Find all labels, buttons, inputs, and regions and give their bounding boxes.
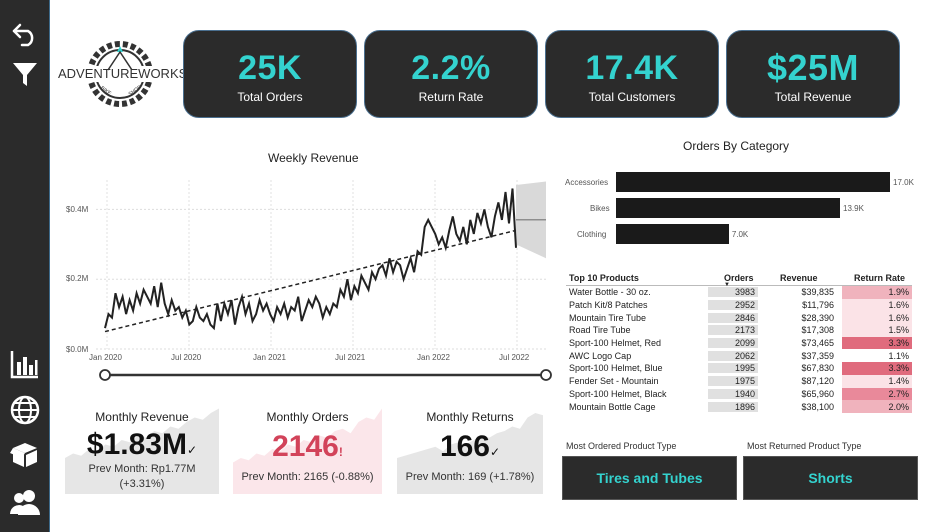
category-label: Accessories <box>565 178 609 187</box>
product-name: Mountain Bottle Cage <box>569 401 656 412</box>
col-header-return-rate[interactable]: Return Rate <box>842 270 912 285</box>
product-name: Sport-100 Helmet, Black <box>569 388 667 399</box>
check-icon: ✓ <box>490 445 501 459</box>
col-header-orders[interactable]: Orders ▼ <box>708 273 758 288</box>
product-name: Patch Kit/8 Patches <box>569 300 648 311</box>
product-revenue: $73,465 <box>801 338 834 349</box>
product-revenue: $39,835 <box>801 287 834 298</box>
product-orders: 2099 <box>708 338 758 349</box>
category-value: 13.9K <box>843 204 864 213</box>
product-name: Water Bottle - 30 oz. <box>569 287 651 298</box>
category-label: Clothing <box>577 230 607 239</box>
product-orders: 2952 <box>708 300 758 311</box>
monthly-revenue-card: Monthly Revenue $1.83M✓ Prev Month: Rp1.… <box>65 404 219 494</box>
product-orders: 1975 <box>708 376 758 387</box>
monthly-orders-value: 2146 <box>272 430 339 463</box>
most-returned-type-card: Shorts <box>743 456 918 500</box>
most-returned-label: Most Returned Product Type <box>747 441 862 451</box>
orders-by-category-title: Orders By Category <box>683 139 790 153</box>
card-title: Monthly Revenue <box>95 410 189 424</box>
product-return-rate: 1.4% <box>842 374 912 388</box>
most-ordered-label: Most Ordered Product Type <box>566 441 677 451</box>
product-orders: 1896 <box>708 401 758 412</box>
table-row[interactable]: Mountain Tire Tube 2846 $28,390 1.6% <box>566 311 912 325</box>
monthly-revenue-value: $1.83M <box>86 428 187 461</box>
table-row[interactable]: Patch Kit/8 Patches 2952 $11,796 1.6% <box>566 298 912 312</box>
product-return-rate: 3.3% <box>842 336 912 350</box>
product-return-rate: 1.1% <box>888 350 909 361</box>
card-value: $1.83M✓ <box>65 428 219 462</box>
category-value: 17.0K <box>893 178 914 187</box>
table-row[interactable]: Sport-100 Helmet, Red 2099 $73,465 3.3% <box>566 336 912 350</box>
card-prev: Prev Month: 169 (+1.78%) <box>405 471 535 483</box>
product-return-rate: 2.0% <box>842 400 912 413</box>
table-row[interactable]: Water Bottle - 30 oz. 3983 $39,835 1.9% <box>566 286 912 299</box>
product-revenue: $65,960 <box>801 388 834 399</box>
table-row[interactable]: Sport-100 Helmet, Blue 1995 $67,830 3.3% <box>566 362 912 375</box>
category-value: 7.0K <box>731 230 749 239</box>
table-header: Top 10 Products Orders ▼ Revenue Return R… <box>566 270 912 288</box>
table-row[interactable]: AWC Logo Cap 2062 $37,359 1.1% <box>566 349 912 362</box>
product-return-rate: 1.6% <box>842 298 912 312</box>
date-slider-end-handle[interactable] <box>540 369 552 381</box>
product-return-rate: 2.7% <box>842 387 912 401</box>
product-revenue: $37,359 <box>801 350 834 361</box>
card-prev-change: (+3.31%) <box>119 478 165 490</box>
card-title: Monthly Returns <box>426 410 514 424</box>
product-orders: 3983 <box>708 287 758 298</box>
product-orders: 2062 <box>708 350 758 361</box>
monthly-returns-card: Monthly Returns 166✓ Prev Month: 169 (+1… <box>397 404 543 494</box>
product-orders: 2173 <box>708 325 758 336</box>
warning-icon: ! <box>338 445 343 459</box>
card-prev: Prev Month: Rp1.77M <box>88 463 196 475</box>
product-name: Mountain Tire Tube <box>569 312 647 323</box>
check-icon: ✓ <box>187 443 198 457</box>
monthly-orders-card: Monthly Orders 2146! Prev Month: 2165 (-… <box>233 404 382 494</box>
trend-line <box>104 229 517 333</box>
product-return-rate: 3.3% <box>842 362 912 375</box>
col-header-revenue[interactable]: Revenue <box>758 273 842 283</box>
card-title: Monthly Orders <box>266 410 349 424</box>
table-row[interactable]: Sport-100 Helmet, Black 1940 $65,960 2.7% <box>566 387 912 401</box>
product-name: Fender Set - Mountain <box>569 376 659 387</box>
table-row[interactable]: Mountain Bottle Cage 1896 $38,100 2.0% <box>566 400 912 413</box>
product-return-rate: 1.9% <box>842 286 912 299</box>
product-return-rate: 1.6% <box>842 311 912 325</box>
category-bar[interactable] <box>616 198 841 218</box>
product-revenue: $11,796 <box>802 300 834 311</box>
most-ordered-type-card: Tires and Tubes <box>562 456 737 500</box>
col-header-product[interactable]: Top 10 Products <box>566 273 708 283</box>
product-revenue: $17,308 <box>801 325 834 336</box>
product-revenue: $28,390 <box>801 312 834 323</box>
top-products-table: Top 10 Products Orders ▼ Revenue Return R… <box>566 270 912 413</box>
card-prev: Prev Month: 2165 (-0.88%) <box>241 471 374 483</box>
category-bar[interactable] <box>616 224 729 244</box>
category-label: Bikes <box>590 204 610 213</box>
table-body: Water Bottle - 30 oz. 3983 $39,835 1.9% Patc… <box>566 286 912 413</box>
product-revenue: $87,120 <box>801 376 834 387</box>
table-row[interactable]: Road Tire Tube 2173 $17,308 1.5% <box>566 324 912 337</box>
revenue-line <box>104 188 517 331</box>
product-name: AWC Logo Cap <box>569 350 632 361</box>
product-orders: 2846 <box>708 312 758 323</box>
table-row[interactable]: Fender Set - Mountain 1975 $87,120 1.4% <box>566 374 912 388</box>
product-revenue: $67,830 <box>801 363 834 374</box>
product-return-rate: 1.5% <box>842 324 912 337</box>
card-value: 2146! <box>233 430 382 464</box>
category-bar[interactable] <box>616 172 890 192</box>
card-value: 166✓ <box>397 430 543 464</box>
product-name: Sport-100 Helmet, Blue <box>569 363 663 374</box>
product-name: Road Tire Tube <box>569 325 631 336</box>
product-name: Sport-100 Helmet, Red <box>569 338 662 349</box>
product-revenue: $38,100 <box>801 401 834 412</box>
product-orders: 1940 <box>708 388 758 399</box>
product-orders: 1995 <box>708 363 758 374</box>
monthly-returns-value: 166 <box>439 430 490 463</box>
date-slider-start-handle[interactable] <box>99 369 111 381</box>
